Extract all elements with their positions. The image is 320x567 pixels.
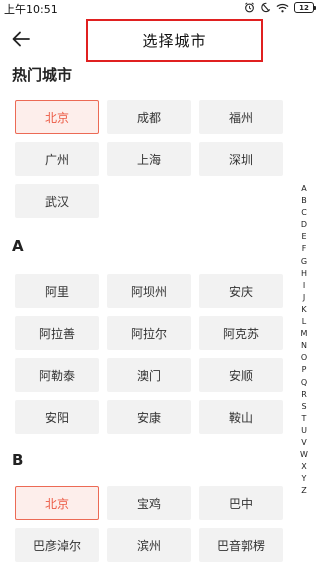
index-letter-g[interactable]: G xyxy=(301,256,307,268)
city-chip[interactable]: 北京 xyxy=(15,100,99,134)
city-chip[interactable]: 澳门 xyxy=(107,358,191,392)
page-title: 选择城市 xyxy=(86,19,263,62)
index-letter-i[interactable]: I xyxy=(303,280,305,292)
city-chip[interactable]: 福州 xyxy=(199,100,283,134)
alphabet-index-bar[interactable]: ABCDEFGHIJKLMNOPQRSTUVWXYZ xyxy=(296,183,312,497)
section-letter-b: B xyxy=(12,451,24,469)
index-letter-j[interactable]: J xyxy=(303,292,305,304)
do-not-disturb-icon xyxy=(260,2,271,13)
header: 选择城市 xyxy=(0,18,320,62)
city-chip[interactable]: 武汉 xyxy=(15,184,99,218)
city-chip[interactable]: 阿拉尔 xyxy=(107,316,191,350)
index-letter-f[interactable]: F xyxy=(302,243,307,255)
hot-cities-grid: 北京 成都 福州 广州 上海 深圳 武汉 xyxy=(15,100,285,218)
index-letter-q[interactable]: Q xyxy=(301,377,307,389)
city-chip[interactable]: 北京 xyxy=(15,486,99,520)
index-letter-d[interactable]: D xyxy=(301,219,307,231)
back-button[interactable] xyxy=(8,26,34,52)
index-letter-o[interactable]: O xyxy=(301,352,307,364)
index-letter-x[interactable]: X xyxy=(301,461,306,473)
index-letter-w[interactable]: W xyxy=(300,449,308,461)
index-letter-a[interactable]: A xyxy=(301,183,306,195)
status-icons: 12 xyxy=(244,2,316,13)
page-title-text: 选择城市 xyxy=(142,32,207,50)
index-letter-r[interactable]: R xyxy=(301,389,307,401)
city-chip[interactable]: 深圳 xyxy=(199,142,283,176)
arrow-left-icon xyxy=(12,31,30,47)
section-b-grid: 北京 宝鸡 巴中 巴彦淖尔 滨州 巴音郭楞 xyxy=(15,486,285,562)
status-bar: 上午10:51 12 xyxy=(0,0,320,18)
city-chip[interactable]: 上海 xyxy=(107,142,191,176)
index-letter-c[interactable]: C xyxy=(301,207,307,219)
city-chip[interactable]: 安阳 xyxy=(15,400,99,434)
city-chip[interactable]: 阿勒泰 xyxy=(15,358,99,392)
battery-icon: 12 xyxy=(294,2,316,13)
section-a-grid: 阿里 阿坝州 安庆 阿拉善 阿拉尔 阿克苏 阿勒泰 澳门 安顺 安阳 安康 鞍山 xyxy=(15,274,285,434)
city-chip[interactable]: 广州 xyxy=(15,142,99,176)
city-chip[interactable]: 宝鸡 xyxy=(107,486,191,520)
city-chip[interactable]: 阿坝州 xyxy=(107,274,191,308)
index-letter-h[interactable]: H xyxy=(301,268,307,280)
city-chip[interactable]: 阿克苏 xyxy=(199,316,283,350)
hot-cities-title: 热门城市 xyxy=(12,66,73,84)
city-chip[interactable]: 巴彦淖尔 xyxy=(15,528,99,562)
city-chip[interactable]: 安康 xyxy=(107,400,191,434)
section-letter-a: A xyxy=(12,237,24,255)
index-letter-p[interactable]: P xyxy=(302,364,307,376)
city-chip[interactable]: 鞍山 xyxy=(199,400,283,434)
city-chip[interactable]: 成都 xyxy=(107,100,191,134)
index-letter-y[interactable]: Y xyxy=(302,473,307,485)
city-chip[interactable]: 阿里 xyxy=(15,274,99,308)
index-letter-s[interactable]: S xyxy=(301,401,306,413)
status-time: 上午10:51 xyxy=(4,3,58,16)
city-chip[interactable]: 滨州 xyxy=(107,528,191,562)
city-chip[interactable]: 安顺 xyxy=(199,358,283,392)
index-letter-k[interactable]: K xyxy=(301,304,306,316)
wifi-icon xyxy=(276,3,289,13)
index-letter-e[interactable]: E xyxy=(301,231,306,243)
index-letter-v[interactable]: V xyxy=(301,437,306,449)
city-chip[interactable]: 阿拉善 xyxy=(15,316,99,350)
index-letter-l[interactable]: L xyxy=(302,316,306,328)
alarm-icon xyxy=(244,2,255,13)
index-letter-n[interactable]: N xyxy=(301,340,307,352)
city-chip[interactable]: 巴音郭楞 xyxy=(199,528,283,562)
index-letter-b[interactable]: B xyxy=(301,195,307,207)
index-letter-z[interactable]: Z xyxy=(301,485,306,497)
index-letter-u[interactable]: U xyxy=(301,425,307,437)
city-chip[interactable]: 巴中 xyxy=(199,486,283,520)
index-letter-m[interactable]: M xyxy=(301,328,308,340)
city-chip[interactable]: 安庆 xyxy=(199,274,283,308)
index-letter-t[interactable]: T xyxy=(302,413,307,425)
